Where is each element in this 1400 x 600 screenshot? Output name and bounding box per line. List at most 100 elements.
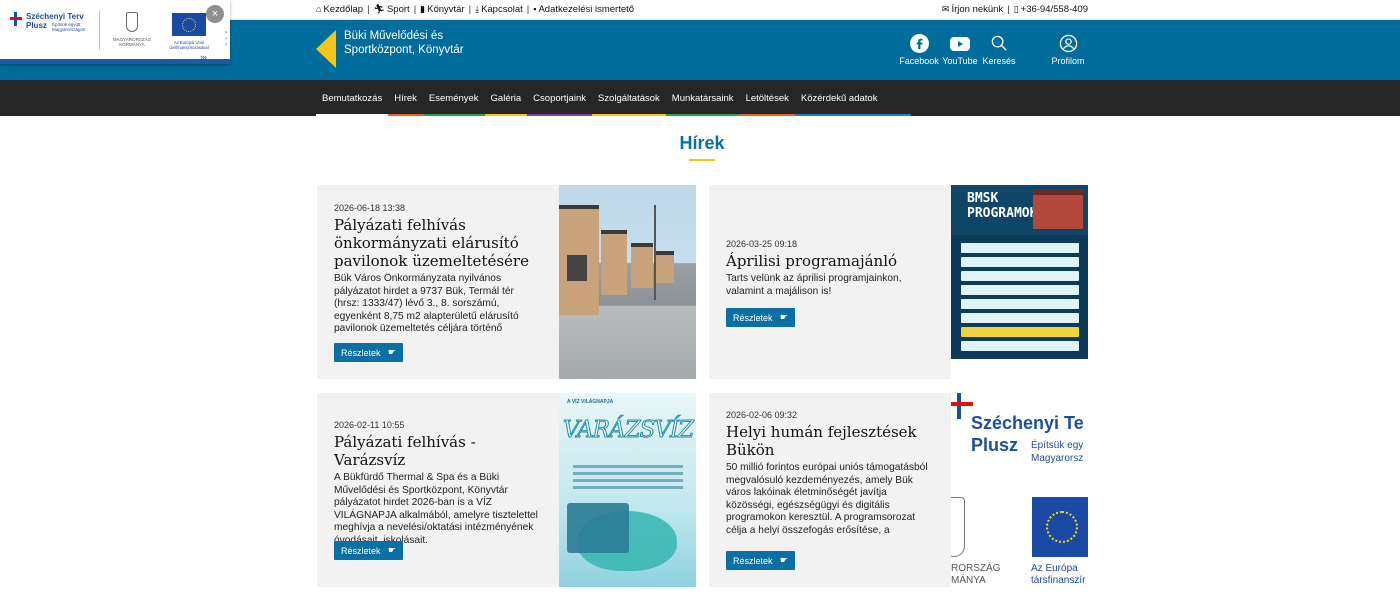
nav-color-bar bbox=[665, 114, 740, 116]
poster-title: VARÁZSVÍZ bbox=[563, 417, 695, 444]
coat-of-arms-icon bbox=[951, 497, 965, 557]
topbar-link-sport[interactable]: 🏃︎ Sport bbox=[374, 4, 410, 15]
nav-color-bar bbox=[316, 114, 389, 116]
funding-popup[interactable]: Széchenyi Terv Plusz Építsük együtt Magya… bbox=[0, 0, 230, 64]
separator: | bbox=[1007, 4, 1010, 15]
book-icon: ▮ bbox=[420, 4, 426, 14]
topbar-link-phone[interactable]: ▯ +36-94/558-409 bbox=[1014, 4, 1088, 15]
user-icon bbox=[1059, 34, 1077, 53]
main-navigation: Bemutatkozás Hírek Események Galéria Csoport… bbox=[0, 80, 1400, 116]
topbar-link-privacy[interactable]: ▪ Adatkezelési ismertető bbox=[533, 4, 634, 15]
title-underline bbox=[689, 159, 715, 161]
details-button[interactable]: Részletek ☛ bbox=[334, 343, 403, 362]
news-title[interactable]: Helyi humán fejlesztések Bükön bbox=[726, 423, 934, 459]
nav-color-bar bbox=[794, 114, 884, 116]
envelope-icon: ✉ bbox=[941, 4, 950, 14]
separator: | bbox=[367, 4, 370, 15]
pointing-hand-icon: ☛ bbox=[779, 555, 788, 565]
nav-color-bar bbox=[591, 114, 666, 116]
news-excerpt: 50 millió forintos európai uniós támogat… bbox=[726, 462, 928, 536]
details-button[interactable]: Részletek ☛ bbox=[726, 308, 795, 327]
runner-icon: 🏃︎ bbox=[373, 4, 385, 14]
eu-flag-icon bbox=[1032, 497, 1088, 557]
government-label: MAGYARORSZÁG KORMÁNYA bbox=[112, 37, 152, 47]
popup-close-button[interactable]: × bbox=[206, 5, 224, 23]
topbar-link-home[interactable]: ⌂ Kezdőlap bbox=[316, 4, 363, 15]
separator: | bbox=[413, 4, 417, 15]
news-image-varazsviz[interactable]: A VÍZ VILÁGNAPJA VARÁZSVÍZ bbox=[559, 393, 696, 587]
nav-item-közérdekű-adatok[interactable]: Közérdekű adatok bbox=[794, 80, 884, 116]
facebook-icon bbox=[909, 34, 929, 53]
topbar-link-contact[interactable]: ⤓ Kapcsolat bbox=[475, 4, 523, 15]
news-image-bmsk-programs[interactable]: BMSK PROGRAMOK bbox=[951, 185, 1088, 379]
details-button[interactable]: Részletek ☛ bbox=[334, 541, 403, 560]
home-icon: ⌂ bbox=[316, 4, 322, 14]
chevrons-icon: ››› bbox=[200, 52, 207, 62]
topbar-link-email[interactable]: ✉ Írjon nekünk bbox=[942, 4, 1003, 15]
youtube-icon bbox=[950, 37, 970, 51]
divider bbox=[99, 10, 100, 50]
szechenyi-tagline: Építsük együtt Magyarországot! bbox=[52, 22, 86, 32]
profile-link[interactable]: Profilom bbox=[1048, 34, 1088, 66]
news-excerpt: Bük Város Önkormányzata nyilvános pályáz… bbox=[334, 273, 519, 335]
nav-item-bemutatkozás[interactable]: Bemutatkozás bbox=[316, 80, 389, 116]
separator: | bbox=[526, 4, 530, 15]
news-excerpt: Tarts velünk az áprilisi programjainkon,… bbox=[726, 273, 902, 297]
news-card: 2026-02-11 10:55 Pályázati felhívás - Va… bbox=[317, 393, 696, 587]
news-date: 2026-02-06 09:32 bbox=[726, 410, 798, 420]
site-logo-text[interactable]: Büki Művelődési és Sportközpont, Könyvtá… bbox=[344, 30, 464, 57]
coat-of-arms-icon bbox=[126, 12, 138, 32]
eu-label: Az Európa társfinanszír bbox=[1031, 563, 1086, 586]
building-picture bbox=[1033, 189, 1083, 229]
pointing-hand-icon: ☛ bbox=[387, 545, 396, 555]
plus-logo-icon bbox=[951, 393, 973, 419]
news-excerpt: A Bükfürdő Thermal & Spa és a Büki Művel… bbox=[334, 472, 538, 546]
youtube-link[interactable]: YouTube bbox=[942, 34, 978, 66]
facebook-link[interactable]: Facebook bbox=[896, 34, 942, 66]
logo-tagline: Építsük egy Magyarorsz bbox=[1031, 440, 1084, 464]
logo-text: Plusz bbox=[971, 435, 1019, 455]
download-icon: ⤓ bbox=[475, 4, 480, 14]
news-card: 2026-03-25 09:18 Áprilisi programajánló … bbox=[709, 185, 1088, 379]
bmsk-poster-title: BMSK PROGRAMOK bbox=[967, 191, 1038, 221]
separator: | bbox=[468, 4, 472, 15]
nav-item-munkatársaink[interactable]: Munkatársaink bbox=[665, 80, 740, 116]
topbar-link-library[interactable]: ▮ Könyvtár bbox=[420, 4, 464, 15]
nav-item-galéria[interactable]: Galéria bbox=[484, 80, 528, 116]
news-title[interactable]: Pályázati felhívás önkormányzati elárusí… bbox=[334, 216, 542, 270]
nav-color-bar bbox=[388, 114, 423, 116]
nav-items: Bemutatkozás Hírek Események Galéria Csoport… bbox=[316, 80, 912, 116]
plus-logo-icon bbox=[10, 12, 22, 26]
news-image-pavilons[interactable] bbox=[559, 185, 696, 379]
news-date: 2026-02-11 10:55 bbox=[334, 420, 405, 430]
search-link[interactable]: Keresés bbox=[981, 34, 1017, 66]
header-icons: Facebook YouTube Keresés Profilom bbox=[896, 34, 1088, 66]
side-chevrons-icon: › › › bbox=[225, 30, 227, 48]
news-date: 2026-06-18 13:38 bbox=[334, 203, 406, 213]
details-button[interactable]: Részletek ☛ bbox=[726, 551, 795, 570]
eu-label: Az Európai Unió társfinanszírozásával bbox=[169, 40, 209, 50]
government-label: RORSZÁG MÁNYA bbox=[951, 563, 1001, 586]
news-image-szechenyi-plusz[interactable]: Széchenyi Te Plusz Építsük egy Magyarors… bbox=[951, 393, 1088, 587]
news-title[interactable]: Áprilisi programajánló bbox=[726, 252, 934, 270]
nav-color-bar bbox=[484, 114, 528, 116]
logo-text: Széchenyi Te bbox=[971, 413, 1084, 433]
top-links: ⌂ Kezdőlap | 🏃︎ Sport | ▮ Könyvtár | ⤓ Kapcs… bbox=[316, 4, 634, 15]
search-icon bbox=[991, 35, 1007, 51]
eu-flag-icon bbox=[172, 13, 206, 36]
news-title[interactable]: Pályázati felhívás - Varázsvíz bbox=[334, 433, 542, 469]
nav-item-események[interactable]: Események bbox=[422, 80, 485, 116]
nav-item-letöltések[interactable]: Letöltések bbox=[739, 80, 795, 116]
nav-item-csoportjaink[interactable]: Csoportjaink bbox=[527, 80, 592, 116]
nav-color-bar bbox=[739, 114, 795, 116]
news-card: 2026-02-06 09:32 Helyi humán fejlesztése… bbox=[709, 393, 1088, 587]
nav-item-hírek[interactable]: Hírek bbox=[388, 80, 423, 116]
news-card: 2026-06-18 13:38 Pályázati felhívás önko… bbox=[317, 185, 696, 379]
nav-color-bar bbox=[527, 114, 592, 116]
document-icon: ▪ bbox=[533, 4, 537, 14]
news-date: 2026-03-25 09:18 bbox=[726, 239, 798, 249]
nav-tail-bar bbox=[883, 80, 912, 116]
logo-arrow-icon[interactable] bbox=[316, 30, 336, 68]
poster-heading: A VÍZ VILÁGNAPJA bbox=[567, 399, 614, 405]
nav-item-szolgáltatások[interactable]: Szolgáltatások bbox=[591, 80, 666, 116]
